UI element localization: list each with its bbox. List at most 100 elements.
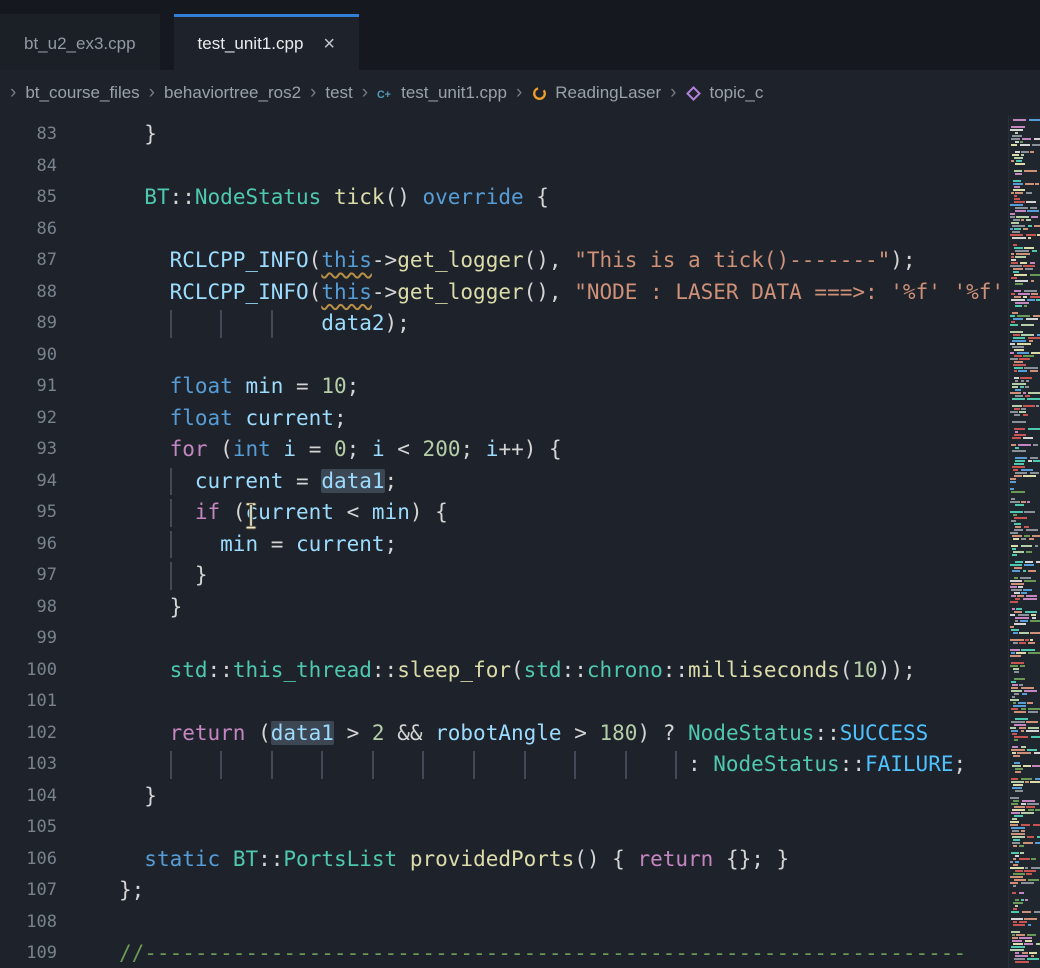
- breadcrumb-item-ReadingLaser[interactable]: ReadingLaser: [531, 83, 661, 103]
- line-number[interactable]: 92: [0, 403, 57, 435]
- line-number[interactable]: 83: [0, 119, 57, 151]
- code-line-83[interactable]: 83 }: [0, 119, 1008, 151]
- tab-test_unit1[interactable]: test_unit1.cpp ×: [174, 14, 360, 70]
- line-number[interactable]: 84: [0, 151, 57, 183]
- code-token: }: [119, 595, 182, 619]
- code-line-107[interactable]: 107};: [0, 875, 1008, 907]
- code-line-95[interactable]: 95 if (current < min) {: [0, 497, 1008, 529]
- code-token: get_logger: [397, 248, 523, 272]
- tab-bt_u2_ex3[interactable]: bt_u2_ex3.cpp: [0, 14, 160, 70]
- line-content: current = data1;: [119, 466, 397, 498]
- code-token: ;: [347, 374, 360, 398]
- code-line-89[interactable]: 89 data2);: [0, 308, 1008, 340]
- code-token: RCLCPP_INFO: [170, 248, 309, 272]
- code-line-93[interactable]: 93 for (int i = 0; i < 200; i++) {: [0, 434, 1008, 466]
- code-token: ;: [385, 532, 398, 556]
- line-number[interactable]: 95: [0, 497, 57, 529]
- code-line-84[interactable]: 84: [0, 151, 1008, 183]
- method-symbol-icon: [685, 85, 702, 102]
- line-number[interactable]: 93: [0, 434, 57, 466]
- code-line-85[interactable]: 85 BT::NodeStatus tick() override {: [0, 182, 1008, 214]
- line-number[interactable]: 104: [0, 781, 57, 813]
- chevron-right-icon: ›: [10, 83, 16, 102]
- code-line-105[interactable]: 105: [0, 812, 1008, 844]
- code-line-96[interactable]: 96 min = current;: [0, 529, 1008, 561]
- code-token: current: [296, 532, 385, 556]
- code-token: float: [170, 406, 233, 430]
- code-line-98[interactable]: 98 }: [0, 592, 1008, 624]
- line-number[interactable]: 90: [0, 340, 57, 372]
- line-content: RCLCPP_INFO(this->get_logger(), "NODE : …: [119, 277, 1004, 309]
- code-line-91[interactable]: 91 float min = 10;: [0, 371, 1008, 403]
- svg-text:C+: C+: [377, 88, 391, 100]
- line-number[interactable]: 91: [0, 371, 57, 403]
- breadcrumb-item-bt_course_files[interactable]: bt_course_files: [25, 83, 139, 103]
- line-number[interactable]: 107: [0, 875, 57, 907]
- indent-guide: [524, 751, 526, 779]
- code-line-102[interactable]: 102 return (data1 > 2 && robotAngle > 18…: [0, 718, 1008, 750]
- code-line-92[interactable]: 92 float current;: [0, 403, 1008, 435]
- code-line-94[interactable]: 94 current = data1;: [0, 466, 1008, 498]
- line-number[interactable]: 86: [0, 214, 57, 246]
- breadcrumb-item-topic_c[interactable]: topic_c: [685, 83, 763, 103]
- indent-guide: [220, 310, 222, 338]
- code-line-86[interactable]: 86: [0, 214, 1008, 246]
- line-number[interactable]: 85: [0, 182, 57, 214]
- code-token: ;: [954, 752, 967, 776]
- code-line-99[interactable]: 99: [0, 623, 1008, 655]
- line-number[interactable]: 96: [0, 529, 57, 561]
- line-content: for (int i = 0; i < 200; i++) {: [119, 434, 562, 466]
- code-token: [220, 847, 233, 871]
- code-token: "NODE : LASER DATA ===>: '%f' '%f': [574, 280, 1004, 304]
- line-number[interactable]: 100: [0, 655, 57, 687]
- code-line-104[interactable]: 104 }: [0, 781, 1008, 813]
- line-number[interactable]: 106: [0, 844, 57, 876]
- line-number[interactable]: 101: [0, 686, 57, 718]
- code-line-103[interactable]: 103 : NodeStatus::FAILURE;: [0, 749, 1008, 781]
- code-line-108[interactable]: 108: [0, 907, 1008, 939]
- code-line-109[interactable]: 109//-----------------------------------…: [0, 938, 1008, 968]
- code-token: >: [562, 721, 600, 745]
- code-token: ::: [814, 721, 839, 745]
- code-line-100[interactable]: 100 std::this_thread::sleep_for(std::chr…: [0, 655, 1008, 687]
- code-token: (),: [524, 248, 575, 272]
- code-line-88[interactable]: 88 RCLCPP_INFO(this->get_logger(), "NODE…: [0, 277, 1008, 309]
- code-pane[interactable]: 83 }8485 BT::NodeStatus tick() override …: [0, 116, 1008, 968]
- line-number[interactable]: 108: [0, 907, 57, 939]
- breadcrumb-item-test_unit1.cpp[interactable]: C+ test_unit1.cpp: [377, 83, 507, 103]
- code-token: sleep_for: [397, 658, 511, 682]
- line-number[interactable]: 105: [0, 812, 57, 844]
- code-line-97[interactable]: 97 }: [0, 560, 1008, 592]
- line-number[interactable]: 88: [0, 277, 57, 309]
- line-content: };: [119, 875, 144, 907]
- line-number[interactable]: 87: [0, 245, 57, 277]
- line-number[interactable]: 109: [0, 938, 57, 968]
- breadcrumb-label: bt_course_files: [25, 83, 139, 103]
- code-token: [119, 406, 170, 430]
- breadcrumb-item-behaviortree_ros2[interactable]: behaviortree_ros2: [164, 83, 301, 103]
- code-line-106[interactable]: 106 static BT::PortsList providedPorts()…: [0, 844, 1008, 876]
- code-token: BT: [144, 185, 169, 209]
- code-token: &&: [385, 721, 436, 745]
- code-token: return: [637, 847, 713, 871]
- line-number[interactable]: 94: [0, 466, 57, 498]
- code-token: [119, 658, 170, 682]
- line-number[interactable]: 89: [0, 308, 57, 340]
- chevron-right-icon: ›: [516, 83, 522, 102]
- line-number[interactable]: 98: [0, 592, 57, 624]
- code-line-87[interactable]: 87 RCLCPP_INFO(this->get_logger(), "This…: [0, 245, 1008, 277]
- code-line-101[interactable]: 101: [0, 686, 1008, 718]
- line-number[interactable]: 97: [0, 560, 57, 592]
- breadcrumb-label: test_unit1.cpp: [401, 83, 507, 103]
- line-number[interactable]: 102: [0, 718, 57, 750]
- line-number[interactable]: 99: [0, 623, 57, 655]
- breadcrumb-item-test[interactable]: test: [325, 83, 352, 103]
- minimap[interactable]: [1008, 116, 1040, 968]
- code-line-90[interactable]: 90: [0, 340, 1008, 372]
- line-number[interactable]: 103: [0, 749, 57, 781]
- code-token: ));: [878, 658, 916, 682]
- close-icon[interactable]: ×: [323, 34, 335, 54]
- line-content: float min = 10;: [119, 371, 359, 403]
- code-token: static: [144, 847, 220, 871]
- code-token: 10: [321, 374, 346, 398]
